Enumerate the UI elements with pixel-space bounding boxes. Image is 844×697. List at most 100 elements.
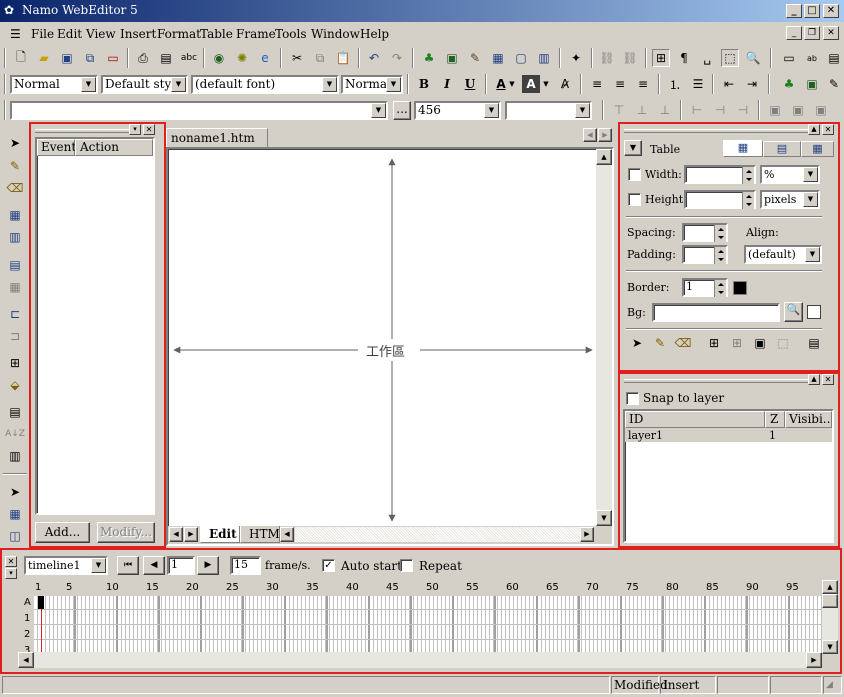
paragraph-mark-icon[interactable]: ¶ [675,49,693,67]
event-add-button[interactable]: Add... [35,522,90,543]
layer-list[interactable]: ID Z Visibi... layer1 1 [623,409,834,543]
redo-icon[interactable]: ↷ [388,49,406,67]
image-tool-icon[interactable]: ♣ [780,75,798,93]
insert-image-icon[interactable]: ▣ [443,49,461,67]
layer-panel-max-button[interactable]: ▲ [808,374,820,385]
table-insert-grid-icon[interactable]: ⊞ [705,334,723,352]
number-select[interactable]: 456 ▼ [414,101,501,120]
align-middle-icon[interactable]: ⊥ [633,101,651,119]
layer-select-icon[interactable]: ➤ [5,482,25,502]
print-preview-icon[interactable]: ▤ [157,49,175,67]
layer-icon[interactable]: ▢ [512,49,530,67]
browse-button[interactable]: ... [393,101,411,120]
draw-table-icon[interactable]: ✎ [5,156,25,176]
menu-tools[interactable]: Tools [275,27,307,41]
distribute-left-icon[interactable]: ⊢ [688,101,706,119]
timeline-scroll-left-button[interactable]: ◀ [18,652,34,668]
timeline-scroll-right-button[interactable]: ▶ [806,652,822,668]
tab-html-view[interactable]: HTM [240,526,280,543]
timeline-back-button[interactable]: ◀ [143,556,165,575]
layer-panel-close-button[interactable]: ✕ [822,374,834,385]
spacing-input[interactable] [682,223,728,242]
timeline-vscrollbar[interactable]: ▲ ▼ [822,580,838,654]
border-color-swatch[interactable] [733,281,747,295]
layer-visibility-header[interactable]: Visibi... [785,411,832,428]
align-select[interactable]: (default) ▼ [744,245,822,264]
highlight-dropdown-icon[interactable]: ▼ [541,75,551,93]
copy-icon[interactable]: ⧉ [311,49,329,67]
chart-icon[interactable]: ▥ [5,446,25,466]
app-icon[interactable]: ✿ [4,3,19,18]
cut-icon[interactable]: ✂ [288,49,306,67]
timeline-rewind-button[interactable]: ⏮ [117,556,139,575]
event-panel-float-button[interactable]: ▾ [129,124,141,135]
menu-format[interactable]: Format [157,27,201,41]
new-icon[interactable]: 🗋 [12,49,30,67]
list-icon[interactable]: ▤ [825,49,843,67]
paragraph-style-select[interactable]: Normal ▼ [10,75,98,94]
timeline-scroll-up-button[interactable]: ▲ [822,580,838,594]
event-panel-close-button[interactable]: ✕ [143,124,155,135]
width-input[interactable] [684,165,756,184]
distribute-center-icon[interactable]: ⊣ [711,101,729,119]
font-size-select[interactable]: Normal ▼ [341,75,403,94]
select-arrow-icon[interactable]: ➤ [5,133,25,153]
timeline-close-button[interactable]: ✕ [5,556,17,567]
menu-insert[interactable]: Insert [120,27,156,41]
fill-color-icon[interactable]: ⬙ [5,375,25,395]
bulleted-list-icon[interactable]: ☰ [689,75,707,93]
hscroll-left-button[interactable]: ◀ [280,527,294,542]
undo-icon[interactable]: ↶ [365,49,383,67]
horizontal-scrollbar[interactable]: ◀ ▶ Edit HTM ◀ ▶ [168,526,612,544]
print-icon[interactable]: ⎙ [134,49,152,67]
table-format-list-icon[interactable]: ▤ [805,334,823,352]
browser-icon[interactable]: e [256,49,274,67]
tab-edit-view[interactable]: Edit [200,526,240,543]
repeat-checkbox[interactable] [400,559,413,572]
image-map-icon[interactable]: ▣ [803,75,821,93]
table-grid-icon[interactable]: ⊞ [5,353,25,373]
eraser-icon[interactable]: ⌫ [5,178,25,198]
table-select-icon[interactable]: ➤ [628,334,646,352]
event-panel-grip[interactable] [35,129,131,133]
zoom-icon[interactable]: 🔍 [744,49,762,67]
wizard-icon[interactable]: ✦ [567,49,585,67]
status-grip[interactable]: ◢ [823,676,842,694]
tab-table-properties[interactable]: ▦ [723,140,763,157]
target-select[interactable]: ▼ [505,101,592,120]
hscroll-track[interactable] [295,527,580,542]
mdi-restore-button[interactable]: ❐ [804,26,820,40]
menu-view[interactable]: View [86,27,116,41]
align-center-icon[interactable]: ≡ [611,75,629,93]
font-select[interactable]: (default font) ▼ [191,75,339,94]
size-both-icon[interactable]: ▣ [812,101,830,119]
table-no-border-icon[interactable]: ⬚ [774,334,792,352]
menu-edit[interactable]: Edit [57,27,82,41]
textbox-icon[interactable]: ▭ [780,49,798,67]
layer-panel-grip[interactable] [624,379,808,383]
work-area[interactable]: 工作區 ▲ ▼ ◀ ▶ Edit HTM ◀ ▶ [166,147,614,546]
timeline-grid[interactable] [34,596,822,652]
menu-table[interactable]: Table [200,27,233,41]
underline-button[interactable]: U [461,75,479,93]
tab-row-properties[interactable]: ▤ [763,141,801,157]
preview-icon[interactable]: ◉ [210,49,228,67]
split-cells-icon[interactable]: ▦ [5,277,25,297]
event-list[interactable]: Event Action [35,137,155,515]
height-input[interactable] [684,190,756,209]
form-field-icon[interactable]: ab [803,49,821,67]
publish-icon[interactable]: ✺ [233,49,251,67]
unlink-icon[interactable]: ⛓ [621,49,639,67]
frame-icon[interactable]: ▥ [535,49,553,67]
scroll-up-button[interactable]: ▲ [596,149,612,165]
insert-row-icon[interactable]: ▦ [5,205,25,225]
table-panel-menu-button[interactable]: ▼ [624,140,642,156]
distribute-right-icon[interactable]: ⊣ [734,101,752,119]
doc-icon[interactable]: ☰ [10,27,21,41]
link-icon[interactable]: ⛓ [598,49,616,67]
merge-cells-icon[interactable]: ▤ [5,255,25,275]
bg-input[interactable] [652,303,780,322]
align-bottom-icon[interactable]: ⊥ [656,101,674,119]
table-panel-close-button[interactable]: ✕ [822,124,834,135]
marquee-icon[interactable]: ⬚ [721,49,739,67]
